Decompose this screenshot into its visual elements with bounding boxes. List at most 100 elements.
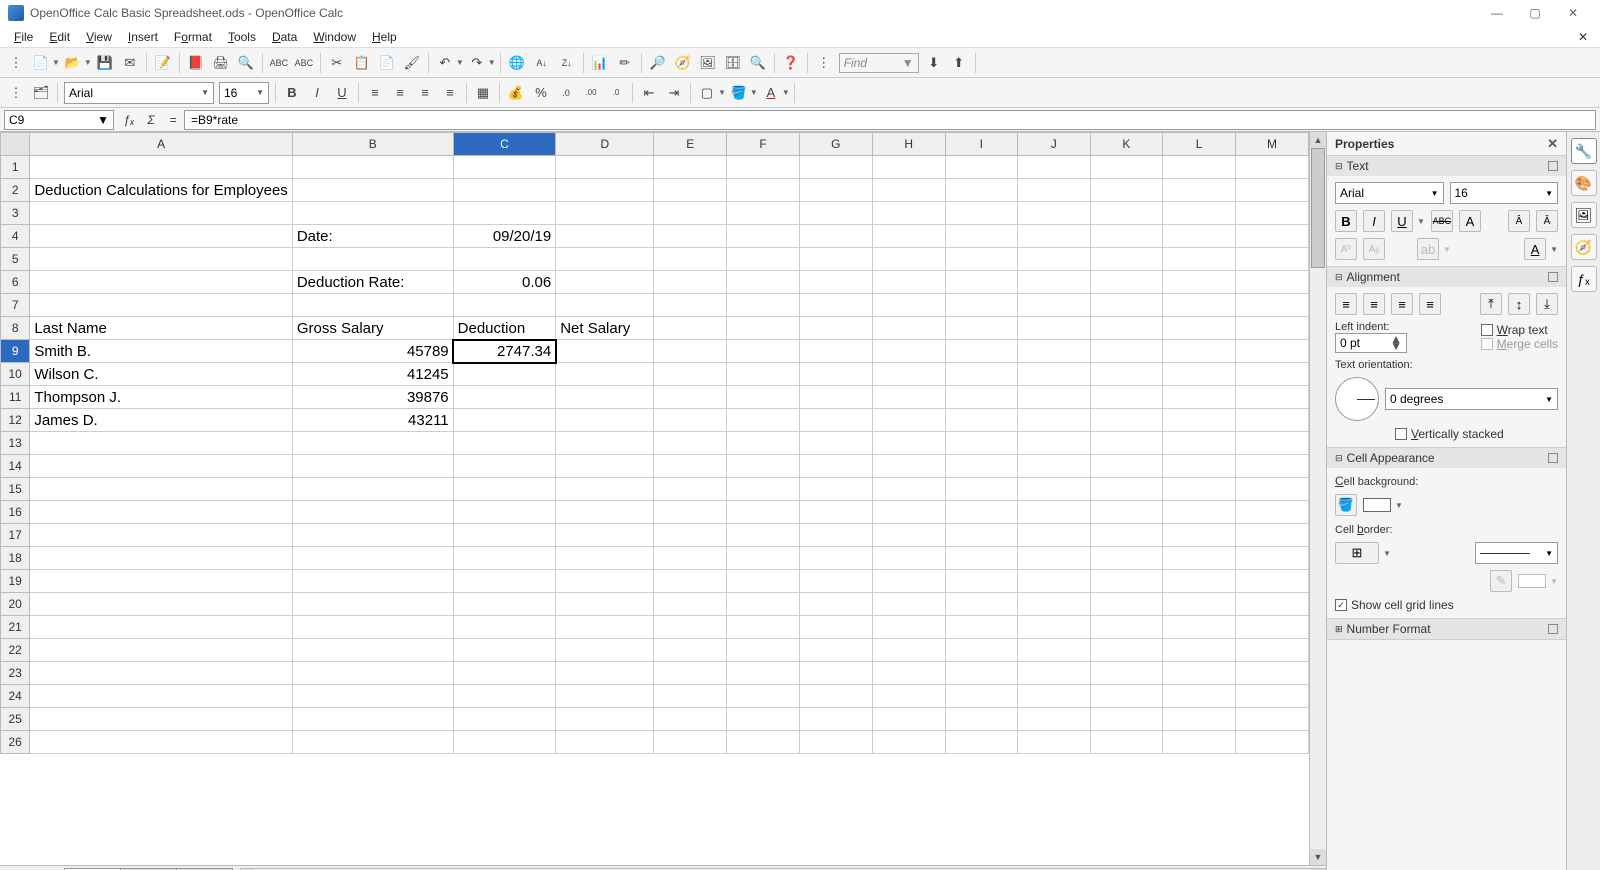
cell-L20[interactable] xyxy=(1163,593,1236,616)
cell-D25[interactable] xyxy=(556,708,654,731)
cell-B12[interactable]: 43211 xyxy=(292,409,453,432)
text-font-combo[interactable]: Arial▼ xyxy=(1335,182,1444,204)
cell-H9[interactable] xyxy=(872,340,945,363)
col-header-L[interactable]: L xyxy=(1163,133,1236,156)
edit-mode-button[interactable]: 📝 xyxy=(151,51,175,75)
cell-M3[interactable] xyxy=(1235,202,1308,225)
align-right-button[interactable]: ≡ xyxy=(413,81,437,105)
col-header-J[interactable]: J xyxy=(1017,133,1090,156)
row-header-3[interactable]: 3 xyxy=(1,202,30,225)
bucket-icon[interactable]: 🪣 xyxy=(1335,494,1357,516)
cell-M4[interactable] xyxy=(1235,225,1308,248)
cell-M17[interactable] xyxy=(1235,524,1308,547)
formula-input[interactable]: =B9*rate xyxy=(184,110,1596,130)
cell-J1[interactable] xyxy=(1017,156,1090,179)
cell-B20[interactable] xyxy=(292,593,453,616)
cell-A20[interactable] xyxy=(30,593,292,616)
cell-K7[interactable] xyxy=(1090,294,1163,317)
cell-H22[interactable] xyxy=(872,639,945,662)
cell-E11[interactable] xyxy=(654,386,727,409)
print-preview-button[interactable]: 🔍 xyxy=(234,51,258,75)
cell-F19[interactable] xyxy=(727,570,800,593)
text-fontcolor-button[interactable]: A xyxy=(1524,238,1546,260)
cell-B1[interactable] xyxy=(292,156,453,179)
row-header-16[interactable]: 16 xyxy=(1,501,30,524)
cell-G2[interactable] xyxy=(799,179,872,202)
cell-C20[interactable] xyxy=(453,593,556,616)
row-header-5[interactable]: 5 xyxy=(1,248,30,271)
copy-button[interactable]: 📋 xyxy=(350,51,374,75)
cell-G24[interactable] xyxy=(799,685,872,708)
cell-J16[interactable] xyxy=(1017,501,1090,524)
cell-A13[interactable] xyxy=(30,432,292,455)
cell-H13[interactable] xyxy=(872,432,945,455)
cell-E15[interactable] xyxy=(654,478,727,501)
cell-I4[interactable] xyxy=(945,225,1017,248)
cell-K11[interactable] xyxy=(1090,386,1163,409)
row-header-15[interactable]: 15 xyxy=(1,478,30,501)
cell-I7[interactable] xyxy=(945,294,1017,317)
cell-I13[interactable] xyxy=(945,432,1017,455)
row-header-24[interactable]: 24 xyxy=(1,685,30,708)
halign-right-button[interactable]: ≡ xyxy=(1391,293,1413,315)
cell-F9[interactable] xyxy=(727,340,800,363)
cell-M1[interactable] xyxy=(1235,156,1308,179)
cell-H25[interactable] xyxy=(872,708,945,731)
cell-B2[interactable] xyxy=(292,179,453,202)
cell-I18[interactable] xyxy=(945,547,1017,570)
cell-B6[interactable]: Deduction Rate: xyxy=(292,271,453,294)
cell-F16[interactable] xyxy=(727,501,800,524)
cell-A11[interactable]: Thompson J. xyxy=(30,386,292,409)
section-number-title[interactable]: ⊞Number Format xyxy=(1327,619,1566,639)
cell-H20[interactable] xyxy=(872,593,945,616)
col-header-G[interactable]: G xyxy=(799,133,872,156)
border-color-swatch[interactable] xyxy=(1518,574,1546,588)
row-header-12[interactable]: 12 xyxy=(1,409,30,432)
tab-nav-next[interactable]: ▶ xyxy=(32,867,48,870)
cell-E14[interactable] xyxy=(654,455,727,478)
valign-mid-button[interactable]: ↕ xyxy=(1508,293,1530,315)
handle-icon[interactable]: ⋮ xyxy=(4,51,28,75)
col-header-M[interactable]: M xyxy=(1235,133,1308,156)
sort-desc-button[interactable]: Z↓ xyxy=(555,51,579,75)
cell-D16[interactable] xyxy=(556,501,654,524)
cell-H14[interactable] xyxy=(872,455,945,478)
cell-K3[interactable] xyxy=(1090,202,1163,225)
row-header-2[interactable]: 2 xyxy=(1,179,30,202)
cell-M24[interactable] xyxy=(1235,685,1308,708)
minimize-button[interactable]: — xyxy=(1478,2,1516,24)
text-shadow-button[interactable]: A xyxy=(1459,210,1481,232)
cell-M6[interactable] xyxy=(1235,271,1308,294)
cell-F5[interactable] xyxy=(727,248,800,271)
scroll-up-icon[interactable]: ▲ xyxy=(1310,132,1326,148)
cell-H17[interactable] xyxy=(872,524,945,547)
cell-C16[interactable] xyxy=(453,501,556,524)
cell-C11[interactable] xyxy=(453,386,556,409)
row-header-22[interactable]: 22 xyxy=(1,639,30,662)
cell-K10[interactable] xyxy=(1090,363,1163,386)
cell-B23[interactable] xyxy=(292,662,453,685)
border-preset-button[interactable]: ⊞ xyxy=(1335,542,1379,564)
show-draw-button[interactable]: ✏ xyxy=(613,51,637,75)
cell-J9[interactable] xyxy=(1017,340,1090,363)
cell-G10[interactable] xyxy=(799,363,872,386)
cell-D24[interactable] xyxy=(556,685,654,708)
cell-M18[interactable] xyxy=(1235,547,1308,570)
cell-M10[interactable] xyxy=(1235,363,1308,386)
cell-H10[interactable] xyxy=(872,363,945,386)
cell-M7[interactable] xyxy=(1235,294,1308,317)
cell-I1[interactable] xyxy=(945,156,1017,179)
col-header-A[interactable]: A xyxy=(30,133,292,156)
bg-swatch[interactable] xyxy=(1363,498,1391,512)
cell-H5[interactable] xyxy=(872,248,945,271)
cell-K25[interactable] xyxy=(1090,708,1163,731)
cell-M19[interactable] xyxy=(1235,570,1308,593)
menu-view[interactable]: View xyxy=(78,28,120,46)
cell-grid[interactable]: ABCDEFGHIJKLM12Deduction Calculations fo… xyxy=(0,132,1309,754)
cell-I17[interactable] xyxy=(945,524,1017,547)
cell-E12[interactable] xyxy=(654,409,727,432)
cell-L21[interactable] xyxy=(1163,616,1236,639)
row-header-1[interactable]: 1 xyxy=(1,156,30,179)
border-pen-icon[interactable]: ✎ xyxy=(1490,570,1512,592)
row-header-23[interactable]: 23 xyxy=(1,662,30,685)
